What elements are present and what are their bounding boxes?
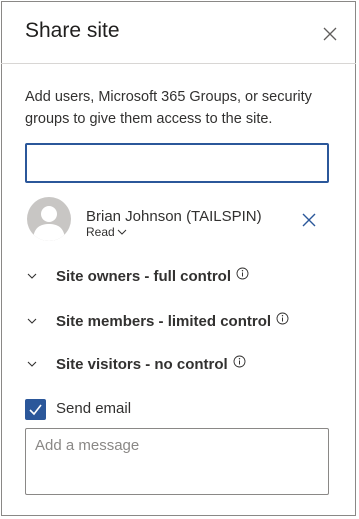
close-icon[interactable]: [320, 24, 340, 44]
info-icon[interactable]: [276, 312, 289, 325]
chevron-down-icon: [117, 229, 127, 235]
group-site-visitors[interactable]: Site visitors - no control: [25, 353, 246, 375]
chevron-down-icon: [27, 361, 37, 367]
permission-value: Read: [86, 225, 115, 239]
info-icon[interactable]: [236, 267, 249, 280]
info-icon[interactable]: [233, 355, 246, 368]
group-label: Site members - limited control: [56, 312, 272, 330]
panel-title: Share site: [25, 19, 120, 42]
header-divider: [1, 63, 356, 64]
user-name: Brian Johnson (TAILSPIN): [86, 208, 262, 225]
panel-description: Add users, Microsoft 365 Groups, or secu…: [25, 89, 312, 127]
group-label: Site visitors - no control: [56, 355, 228, 373]
permission-dropdown[interactable]: Read: [86, 225, 127, 239]
chevron-down-icon: [27, 318, 37, 324]
group-site-members[interactable]: Site members - limited control: [25, 310, 289, 332]
group-label: Site owners - full control: [56, 267, 232, 285]
group-site-owners[interactable]: Site owners - full control: [25, 265, 249, 287]
people-picker-input[interactable]: [25, 143, 329, 183]
message-textarea[interactable]: [25, 428, 329, 495]
chevron-down-icon: [27, 273, 37, 279]
checkmark-icon: [29, 404, 42, 416]
remove-user-icon[interactable]: [301, 212, 317, 228]
send-email-label[interactable]: Send email: [56, 400, 131, 417]
send-email-checkbox[interactable]: [25, 399, 46, 420]
person-avatar-icon: [27, 197, 71, 241]
